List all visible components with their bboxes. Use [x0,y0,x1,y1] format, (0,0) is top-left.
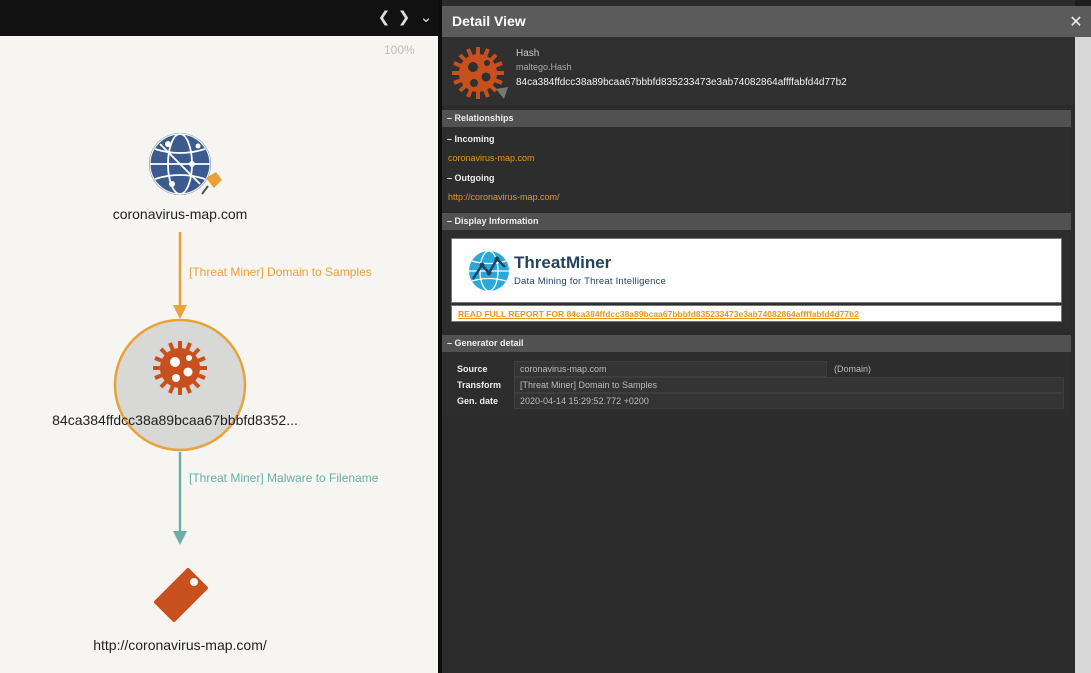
arrowhead-icon [173,305,187,319]
node-label[interactable]: 84ca384ffdcc38a89bcaa67bbbfd8352... [30,412,320,428]
generator-row-source: Source coronavirus-map.com (Domain) [451,361,1065,377]
edge-label[interactable]: [Threat Miner] Malware to Filename [189,471,378,485]
section-generator-header[interactable]: – Generator detail [442,335,1071,352]
generator-source-type: (Domain) [834,364,872,374]
close-icon[interactable]: ✕ [1065,6,1087,37]
node-label[interactable]: http://coronavirus-map.com/ [60,637,300,653]
generator-key: Source [457,364,488,374]
node-label[interactable]: coronavirus-map.com [80,206,280,222]
outgoing-link[interactable]: http://coronavirus-map.com/ [448,192,560,202]
pin-icon [496,87,508,99]
scrollbar[interactable] [1075,37,1091,673]
section-relationships-header[interactable]: – Relationships [442,110,1071,127]
edge-label[interactable]: [Threat Miner] Domain to Samples [189,265,372,279]
section-display-info-header[interactable]: – Display Information [442,213,1071,230]
threatminer-logo-icon [469,250,509,292]
generator-key: Gen. date [457,396,499,406]
outgoing-header[interactable]: – Outgoing [447,173,495,183]
malware-icon [452,47,508,99]
entity-namespace: maltego.Hash [516,62,572,72]
generator-row-transform: Transform [Threat Miner] Domain to Sampl… [451,377,1065,393]
generator-value: [Threat Miner] Domain to Samples [514,377,1064,393]
generator-key: Transform [457,380,502,390]
tag-icon[interactable] [150,566,212,624]
entity-value: 84ca384ffdcc38a89bcaa67bbbfd835233473e3a… [516,77,847,88]
entity-type: Hash [516,48,540,59]
generator-value: coronavirus-map.com [514,361,827,377]
panel-title: Detail View [452,13,526,29]
generator-row-gen-date: Gen. date 2020-04-14 15:29:52.772 +0200 [451,393,1065,409]
arrowhead-icon [173,531,187,545]
app-window: ❮ ❯ ⌄ 100% [Threat Miner] Domain to Samp… [0,0,1091,673]
incoming-link[interactable]: coronavirus-map.com [448,153,535,163]
globe-icon[interactable] [148,132,228,200]
generator-value: 2020-04-14 15:29:52.772 +0200 [514,393,1064,409]
read-full-report-link[interactable]: READ FULL REPORT FOR 84ca384ffdcc38a89bc… [458,309,859,319]
detail-view-title-bar: Detail View ✕ [442,6,1091,37]
malware-icon[interactable] [113,318,247,452]
threatminer-tagline: Data Mining for Threat Intelligence [514,276,667,287]
incoming-header[interactable]: – Incoming [447,134,495,144]
threatminer-brand-name: ThreatMiner [514,253,612,272]
